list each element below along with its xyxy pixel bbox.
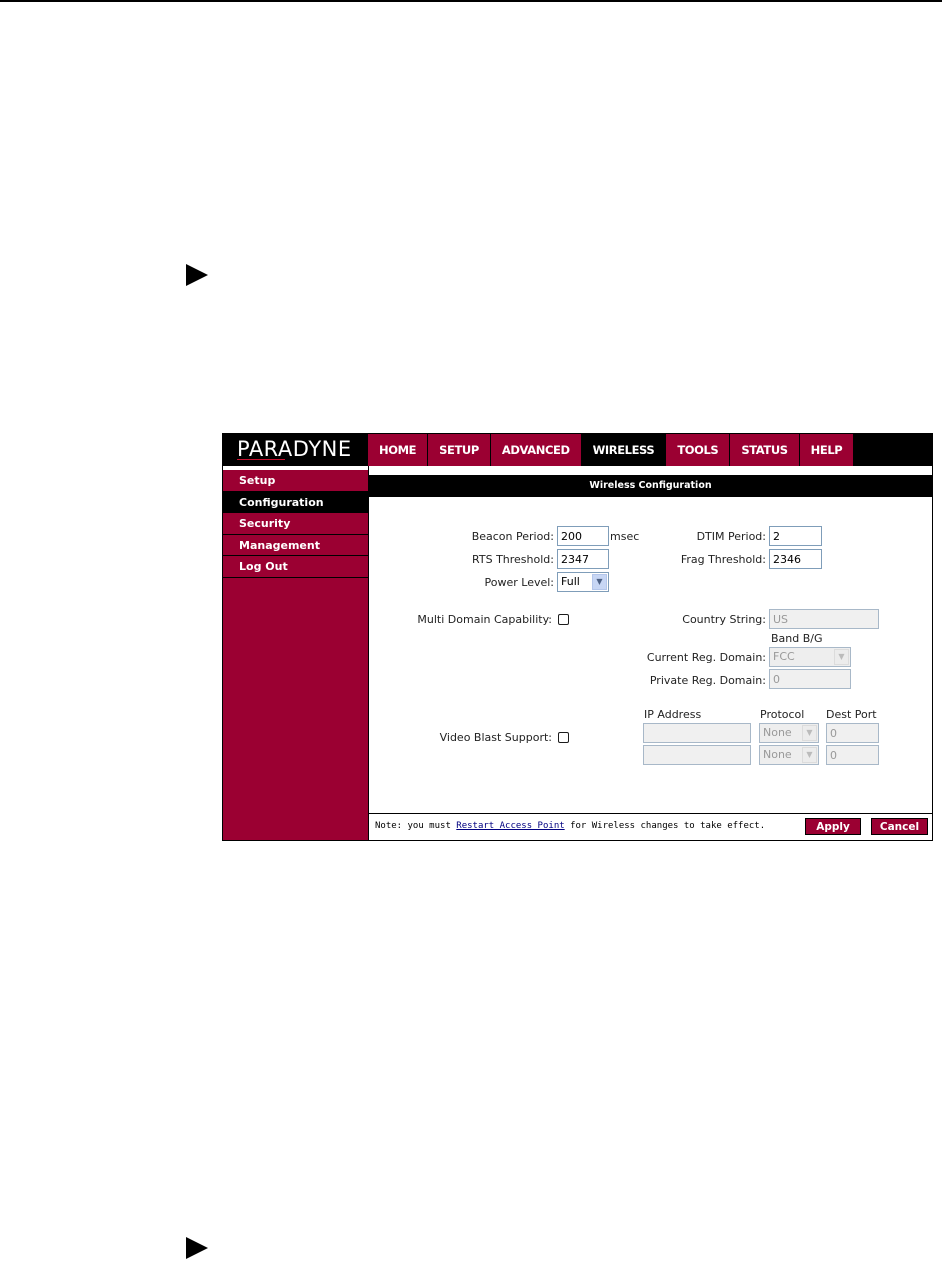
nav-status[interactable]: STATUS <box>730 434 800 466</box>
power-level-select[interactable]: Full ▼ <box>557 572 609 592</box>
video-blast-label: Video Blast Support: <box>439 731 552 744</box>
sidebar-item-security[interactable]: Security <box>223 513 368 535</box>
top-bar: PARADYNE HOME SETUP ADVANCED WIRELESS TO… <box>223 434 932 466</box>
video-blast-protocol-select-1[interactable]: None ▼ <box>759 723 819 743</box>
protocol-value-2: None <box>763 748 792 761</box>
private-reg-domain-label: Private Reg. Domain: <box>649 674 766 687</box>
nav-setup[interactable]: SETUP <box>428 434 491 466</box>
video-blast-ip-input-1[interactable] <box>643 723 751 743</box>
beacon-period-unit: msec <box>610 530 640 543</box>
note-suffix: for Wireless changes to take effect. <box>564 821 766 831</box>
chevron-down-icon: ▼ <box>834 649 849 665</box>
sidebar-item-logout[interactable]: Log Out <box>223 556 368 578</box>
power-level-value: Full <box>561 575 580 588</box>
footer-bar: Note: you must Restart Access Point for … <box>369 813 932 840</box>
band-label: Band B/G <box>771 632 823 645</box>
dtim-period-input[interactable] <box>769 526 822 546</box>
dtim-period-label: DTIM Period: <box>696 530 766 543</box>
chevron-down-icon: ▼ <box>592 574 607 590</box>
nav-home[interactable]: HOME <box>368 434 429 466</box>
restart-access-point-link[interactable]: Restart Access Point <box>456 821 564 831</box>
protocol-header: Protocol <box>760 708 805 721</box>
video-blast-checkbox[interactable] <box>558 732 569 743</box>
chevron-down-icon: ▼ <box>802 747 817 763</box>
current-reg-domain-label: Current Reg. Domain: <box>646 651 766 664</box>
rts-threshold-input[interactable] <box>557 549 609 569</box>
brand-logo-accent <box>237 459 285 460</box>
restart-note: Note: you must Restart Access Point for … <box>375 821 765 831</box>
country-string-input[interactable] <box>769 609 879 629</box>
frag-threshold-label: Frag Threshold: <box>680 553 766 566</box>
beacon-period-label: Beacon Period: <box>471 530 554 543</box>
multi-domain-label: Multi Domain Capability: <box>417 613 552 626</box>
multi-domain-checkbox[interactable] <box>558 614 569 625</box>
video-blast-port-input-1[interactable] <box>826 723 879 743</box>
current-reg-domain-select[interactable]: FCC ▼ <box>769 647 851 667</box>
nav-advanced[interactable]: ADVANCED <box>490 434 582 466</box>
brand-logo: PARADYNE <box>237 437 352 461</box>
country-string-label: Country String: <box>682 613 766 626</box>
beacon-period-input[interactable] <box>557 526 609 546</box>
nav-help[interactable]: HELP <box>799 434 855 466</box>
cancel-button[interactable]: Cancel <box>871 818 928 835</box>
protocol-value-1: None <box>763 726 792 739</box>
note-prefix: Note: you must <box>375 821 457 831</box>
step-arrow-icon <box>186 264 208 286</box>
power-level-label: Power Level: <box>484 576 555 589</box>
page-title: Wireless Configuration <box>369 475 932 497</box>
router-admin-window: PARADYNE HOME SETUP ADVANCED WIRELESS TO… <box>222 433 933 841</box>
step-arrow-icon <box>186 1237 208 1259</box>
chevron-down-icon: ▼ <box>802 725 817 741</box>
sidebar-item-setup[interactable]: Setup <box>223 470 368 492</box>
sidebar-item-configuration[interactable]: Configuration <box>223 491 368 513</box>
video-blast-protocol-select-2[interactable]: None ▼ <box>759 745 819 765</box>
nav-wireless[interactable]: WIRELESS <box>581 434 667 466</box>
ip-address-header: IP Address <box>644 708 702 721</box>
sidebar-item-management[interactable]: Management <box>223 535 368 556</box>
main-nav: HOME SETUP ADVANCED WIRELESS TOOLS STATU… <box>368 434 855 466</box>
nav-tools[interactable]: TOOLS <box>666 434 731 466</box>
private-reg-domain-input[interactable] <box>769 669 851 689</box>
main-content: Wireless Configuration Beacon Period: ms… <box>368 466 932 840</box>
dest-port-header: Dest Port <box>826 708 877 721</box>
frag-threshold-input[interactable] <box>769 549 822 569</box>
rts-threshold-label: RTS Threshold: <box>472 553 554 566</box>
page-top-rule <box>0 0 942 2</box>
current-reg-domain-value: FCC <box>773 650 795 663</box>
video-blast-port-input-2[interactable] <box>826 745 879 765</box>
apply-button[interactable]: Apply <box>805 818 861 835</box>
video-blast-ip-input-2[interactable] <box>643 745 751 765</box>
sidebar: Setup Configuration Security Management … <box>223 466 368 840</box>
